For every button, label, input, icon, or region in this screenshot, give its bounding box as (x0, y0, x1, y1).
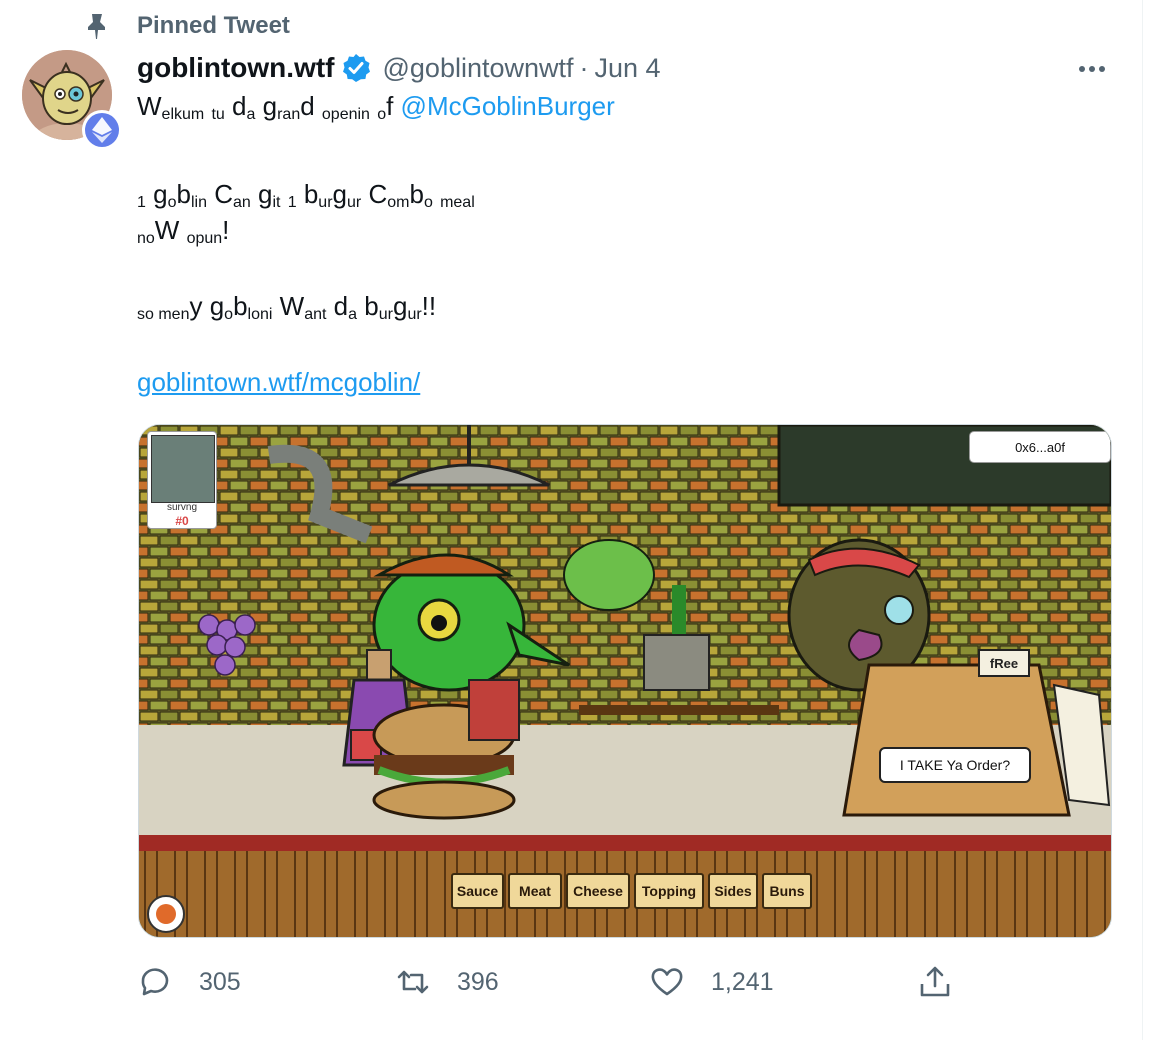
heart-icon (651, 968, 683, 996)
like-button[interactable]: 1,241 (649, 962, 774, 1002)
serving-card: survng #0 (147, 431, 217, 529)
retweet-icon (397, 970, 429, 994)
reply-icon (141, 968, 169, 996)
ingredient-menu: Sauce Meat Cheese Topping Sides Buns (451, 873, 812, 909)
serving-number: #0 (175, 514, 189, 528)
tweet-header: goblintown.wtf @goblintownwtf · Jun 4 (137, 50, 661, 86)
reply-count: 305 (199, 967, 241, 996)
mention-mcgoblinburger[interactable]: @McGoblinBurger (401, 91, 615, 121)
pinned-tweet-label: Pinned Tweet (137, 12, 290, 39)
tweet-line-1: Welkum tu da grand openin of @McGoblinBu… (137, 91, 615, 123)
separator-dot: · (579, 52, 589, 83)
sauce-button[interactable]: Sauce (451, 873, 504, 909)
sound-toggle-icon[interactable] (147, 895, 185, 933)
like-count: 1,241 (711, 967, 774, 996)
ethereum-badge (82, 110, 122, 150)
topping-button[interactable]: Topping (634, 873, 704, 909)
tweet-media-image[interactable]: fRee survng #0 0x6...a0f I TAKE Ya Order… (138, 424, 1112, 938)
sides-button[interactable]: Sides (708, 873, 758, 909)
tweet-actions: 305 396 1,241 (137, 962, 967, 1002)
share-icon (920, 966, 950, 997)
reply-button[interactable]: 305 (137, 962, 241, 1002)
more-options-icon[interactable] (1075, 56, 1109, 82)
share-button[interactable] (917, 962, 953, 1002)
wallet-address-badge[interactable]: 0x6...a0f (969, 431, 1111, 463)
buns-button[interactable]: Buns (762, 873, 812, 909)
pin-icon (88, 14, 105, 39)
ethereum-icon (92, 117, 112, 143)
tweet-line-4: so meny gobloni Want da burgur!! (137, 291, 437, 323)
tweet-date[interactable]: Jun 4 (595, 53, 661, 84)
mcgoblin-burger-scene: fRee (139, 425, 1111, 937)
display-name[interactable]: goblintown.wtf (137, 52, 335, 84)
tweet-link[interactable]: goblintown.wtf/mcgoblin/ (137, 367, 420, 397)
register-free-sign: fRee (990, 656, 1018, 671)
tweet-line-3: noW opun! (137, 215, 230, 247)
retweet-count: 396 (457, 967, 499, 996)
order-prompt-bubble: I TAKE Ya Order? (879, 747, 1031, 783)
serving-label: survng (166, 502, 197, 513)
meat-button[interactable]: Meat (508, 873, 562, 909)
handle[interactable]: @goblintownwtf (383, 53, 574, 84)
timeline-border (1142, 0, 1143, 1040)
serving-goblin-thumbnail (151, 435, 215, 503)
retweet-button[interactable]: 396 (395, 962, 499, 1002)
verified-badge-icon (342, 54, 370, 82)
cheese-button[interactable]: Cheese (566, 873, 630, 909)
